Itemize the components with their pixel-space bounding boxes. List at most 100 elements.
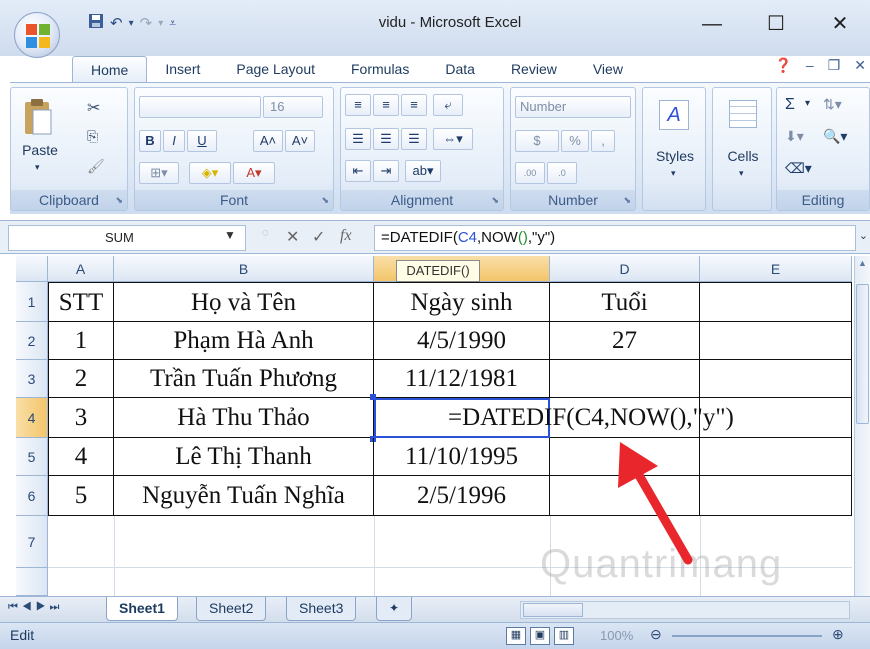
cell-c2[interactable]: 4/5/1990	[374, 322, 550, 360]
clipboard-launcher-icon[interactable]: ⬊	[115, 195, 123, 206]
cell-a4[interactable]: 3	[48, 398, 114, 438]
find-select-icon[interactable]: 🔍▾	[823, 128, 847, 145]
tab-data[interactable]: Data	[427, 56, 493, 82]
customize-qat-icon[interactable]: ⩡	[169, 16, 176, 31]
normal-view-icon[interactable]: ▦	[506, 627, 526, 645]
row-header-3[interactable]: 3	[16, 360, 48, 398]
cells-dropdown-icon[interactable]: ▾	[739, 168, 744, 179]
sort-filter-icon[interactable]: ⇅▾	[823, 96, 842, 113]
number-format-dropdown[interactable]: Number	[515, 96, 631, 118]
align-bottom-icon[interactable]: ≡	[401, 94, 427, 116]
cell-a1[interactable]: STT	[48, 282, 114, 322]
cell-a5[interactable]: 4	[48, 438, 114, 476]
copy-icon[interactable]: ⎘	[87, 128, 98, 145]
name-box-dropdown-icon[interactable]: ▼	[224, 228, 236, 242]
page-layout-view-icon[interactable]: ▣	[530, 627, 550, 645]
row-header-4[interactable]: 4	[16, 398, 48, 438]
expand-formula-bar-icon[interactable]: ⌄	[859, 229, 868, 242]
sheet-tab-sheet1[interactable]: Sheet1	[106, 597, 178, 621]
cell-a3[interactable]: 2	[48, 360, 114, 398]
borders-icon[interactable]: ⊞▾	[139, 162, 179, 184]
cell-d3[interactable]	[550, 360, 700, 398]
clear-icon[interactable]: ⌫▾	[785, 160, 812, 177]
row-header-1[interactable]: 1	[16, 282, 48, 322]
alignment-launcher-icon[interactable]: ⬊	[491, 195, 499, 206]
shrink-font-icon[interactable]: A˅	[285, 130, 315, 152]
ribbon-close-icon[interactable]: ✕	[854, 57, 866, 74]
enter-formula-button[interactable]: ✓	[312, 227, 325, 247]
horizontal-scroll-thumb[interactable]	[523, 603, 583, 617]
decrease-indent-icon[interactable]: ⇤	[345, 160, 371, 182]
cut-icon[interactable]: ✂	[87, 98, 100, 118]
office-button[interactable]	[14, 12, 60, 58]
align-middle-icon[interactable]: ≡	[373, 94, 399, 116]
cell-e3[interactable]	[700, 360, 852, 398]
cell-b5[interactable]: Lê Thị Thanh	[114, 438, 374, 476]
autosum-dropdown-icon[interactable]: ▾	[805, 98, 810, 109]
cell-e1[interactable]	[700, 282, 852, 322]
row-header-2[interactable]: 2	[16, 322, 48, 360]
cell-a6[interactable]: 5	[48, 476, 114, 516]
ribbon-restore-icon[interactable]: ❐	[828, 57, 841, 74]
vertical-scrollbar[interactable]: ▲	[854, 256, 870, 596]
cells-icon[interactable]	[729, 100, 757, 128]
font-launcher-icon[interactable]: ⬊	[321, 195, 329, 206]
cell-a2[interactable]: 1	[48, 322, 114, 360]
increase-indent-icon[interactable]: ⇥	[373, 160, 399, 182]
column-header-d[interactable]: D	[550, 256, 700, 282]
comma-button[interactable]: ,	[591, 130, 615, 152]
italic-button[interactable]: I	[163, 130, 185, 152]
close-button[interactable]: ✕	[820, 8, 860, 40]
currency-button[interactable]: $	[515, 130, 559, 152]
scroll-up-icon[interactable]: ▲	[856, 258, 869, 274]
font-name-dropdown[interactable]	[139, 96, 261, 118]
bold-button[interactable]: B	[139, 130, 161, 152]
function-tooltip[interactable]: DATEDIF()	[396, 260, 480, 282]
number-launcher-icon[interactable]: ⬊	[623, 195, 631, 206]
cell-c3[interactable]: 11/12/1981	[374, 360, 550, 398]
wrap-text-icon[interactable]: ⤶	[433, 94, 463, 116]
paste-dropdown-icon[interactable]: ▾	[35, 162, 40, 173]
cell-b2[interactable]: Phạm Hà Anh	[114, 322, 374, 360]
align-left-icon[interactable]: ☰	[345, 128, 371, 150]
sheet-tab-sheet2[interactable]: Sheet2	[196, 597, 267, 621]
insert-sheet-icon[interactable]: ✦	[376, 597, 413, 621]
grow-font-icon[interactable]: A˄	[253, 130, 283, 152]
horizontal-scrollbar[interactable]	[520, 601, 850, 619]
decrease-decimal-icon[interactable]: .0	[547, 162, 577, 184]
zoom-slider[interactable]	[672, 635, 822, 637]
fill-icon[interactable]: ⬇▾	[785, 128, 804, 145]
cell-c1[interactable]: Ngày sinh	[374, 282, 550, 322]
cell-b4[interactable]: Hà Thu Thảo	[114, 398, 374, 438]
column-header-b[interactable]: B	[114, 256, 374, 282]
cell-e6[interactable]	[700, 476, 852, 516]
cell-c5[interactable]: 11/10/1995	[374, 438, 550, 476]
cell-b3[interactable]: Trần Tuấn Phương	[114, 360, 374, 398]
align-top-icon[interactable]: ≡	[345, 94, 371, 116]
cell-b1[interactable]: Họ và Tên	[114, 282, 374, 322]
cell-b6[interactable]: Nguyễn Tuấn Nghĩa	[114, 476, 374, 516]
redo-icon[interactable]: ↷	[140, 14, 153, 32]
minimize-button[interactable]: —	[692, 8, 732, 40]
font-size-dropdown[interactable]: 16	[263, 96, 323, 118]
tab-formulas[interactable]: Formulas	[333, 56, 427, 82]
cell-e2[interactable]	[700, 322, 852, 360]
worksheet-grid[interactable]: A B C D E DATEDIF() 1 2 3 4 5 6 7 STT Họ…	[0, 256, 870, 596]
underline-button[interactable]: U	[187, 130, 217, 152]
cell-c6[interactable]: 2/5/1996	[374, 476, 550, 516]
autosum-icon[interactable]: Σ	[785, 96, 795, 114]
column-header-a[interactable]: A	[48, 256, 114, 282]
page-break-view-icon[interactable]: ▥	[554, 627, 574, 645]
fill-color-icon[interactable]: ◈▾	[189, 162, 231, 184]
styles-icon[interactable]: A	[659, 100, 689, 130]
paste-icon[interactable]	[23, 98, 53, 136]
select-all-corner[interactable]	[16, 256, 48, 282]
insert-function-button[interactable]: fx	[340, 227, 352, 245]
row-header-6[interactable]: 6	[16, 476, 48, 516]
redo-dropdown-icon[interactable]: ▾	[158, 18, 163, 29]
save-icon[interactable]	[88, 13, 104, 33]
row-header-7[interactable]: 7	[16, 516, 48, 568]
align-right-icon[interactable]: ☰	[401, 128, 427, 150]
sheet-tab-sheet3[interactable]: Sheet3	[286, 597, 357, 621]
maximize-button[interactable]: ☐	[756, 8, 796, 40]
